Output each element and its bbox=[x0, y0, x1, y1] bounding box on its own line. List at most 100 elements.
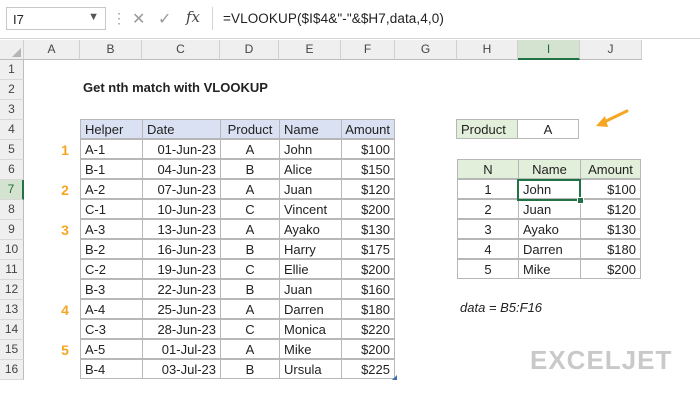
row-header-14[interactable]: 14 bbox=[0, 320, 24, 340]
data-cell[interactable]: A-1 bbox=[80, 139, 143, 159]
row-header-12[interactable]: 12 bbox=[0, 280, 24, 300]
data-cell[interactable]: B bbox=[220, 279, 280, 299]
data-cell[interactable]: $220 bbox=[341, 319, 395, 339]
data-cell[interactable]: Juan bbox=[279, 279, 342, 299]
data-cell[interactable]: $175 bbox=[341, 239, 395, 259]
product-input[interactable]: A bbox=[517, 119, 579, 139]
data-cell[interactable]: A-5 bbox=[80, 339, 143, 359]
data-cell[interactable]: 10-Jun-23 bbox=[142, 199, 221, 219]
data-cell[interactable]: Ursula bbox=[279, 359, 342, 379]
data-cell[interactable]: A-2 bbox=[80, 179, 143, 199]
row-header-3[interactable]: 3 bbox=[0, 100, 24, 120]
data-cell[interactable]: 03-Jul-23 bbox=[142, 359, 221, 379]
data-cell[interactable]: A bbox=[220, 219, 280, 239]
results-cell[interactable]: $200 bbox=[580, 259, 641, 279]
enter-check-icon[interactable]: ✓ bbox=[158, 9, 171, 29]
data-cell[interactable]: $150 bbox=[341, 159, 395, 179]
chevron-down-icon[interactable]: ▼ bbox=[88, 11, 99, 23]
data-cell[interactable]: A bbox=[220, 179, 280, 199]
data-cell[interactable]: B bbox=[220, 239, 280, 259]
data-cell[interactable]: A-4 bbox=[80, 299, 143, 319]
data-cell[interactable]: Mike bbox=[279, 339, 342, 359]
data-cell[interactable]: B-4 bbox=[80, 359, 143, 379]
data-cell[interactable]: C-1 bbox=[80, 199, 143, 219]
data-cell[interactable]: B-3 bbox=[80, 279, 143, 299]
select-all-button[interactable] bbox=[0, 40, 24, 60]
insert-function-icon[interactable]: fx bbox=[186, 8, 200, 26]
results-cell[interactable]: $180 bbox=[580, 239, 641, 259]
data-cell[interactable]: 16-Jun-23 bbox=[142, 239, 221, 259]
data-cell[interactable]: $100 bbox=[341, 139, 395, 159]
column-header-e[interactable]: E bbox=[279, 40, 341, 60]
column-header-j[interactable]: J bbox=[580, 40, 642, 60]
data-cell[interactable]: 07-Jun-23 bbox=[142, 179, 221, 199]
column-header-b[interactable]: B bbox=[80, 40, 142, 60]
row-header-5[interactable]: 5 bbox=[0, 140, 24, 160]
data-cell[interactable]: 22-Jun-23 bbox=[142, 279, 221, 299]
data-cell[interactable]: B bbox=[220, 159, 280, 179]
results-cell[interactable]: Juan bbox=[518, 199, 581, 219]
results-cell[interactable]: $100 bbox=[580, 179, 641, 199]
table-resize-handle[interactable] bbox=[392, 375, 397, 380]
data-cell[interactable]: C bbox=[220, 259, 280, 279]
row-header-15[interactable]: 15 bbox=[0, 340, 24, 360]
results-cell[interactable]: 5 bbox=[457, 259, 519, 279]
data-cell[interactable]: 13-Jun-23 bbox=[142, 219, 221, 239]
column-header-a[interactable]: A bbox=[24, 40, 80, 60]
data-cell[interactable]: A bbox=[220, 299, 280, 319]
row-header-11[interactable]: 11 bbox=[0, 260, 24, 280]
cancel-icon[interactable]: ✕ bbox=[132, 9, 145, 29]
results-cell[interactable]: 4 bbox=[457, 239, 519, 259]
row-header-13[interactable]: 13 bbox=[0, 300, 24, 320]
column-header-g[interactable]: G bbox=[395, 40, 457, 60]
row-header-8[interactable]: 8 bbox=[0, 200, 24, 220]
data-cell[interactable]: Juan bbox=[279, 179, 342, 199]
column-header-h[interactable]: H bbox=[457, 40, 518, 60]
data-cell[interactable]: C bbox=[220, 199, 280, 219]
results-cell[interactable]: Mike bbox=[518, 259, 581, 279]
column-header-f[interactable]: F bbox=[341, 40, 395, 60]
results-cell[interactable]: $130 bbox=[580, 219, 641, 239]
data-cell[interactable]: 04-Jun-23 bbox=[142, 159, 221, 179]
data-cell[interactable]: $180 bbox=[341, 299, 395, 319]
results-cell[interactable]: 3 bbox=[457, 219, 519, 239]
data-cell[interactable]: $160 bbox=[341, 279, 395, 299]
fill-handle[interactable] bbox=[577, 197, 584, 204]
data-cell[interactable]: John bbox=[279, 139, 342, 159]
data-cell[interactable]: $225 bbox=[341, 359, 395, 379]
results-cell[interactable]: Darren bbox=[518, 239, 581, 259]
data-cell[interactable]: 01-Jul-23 bbox=[142, 339, 221, 359]
row-header-9[interactable]: 9 bbox=[0, 220, 24, 240]
row-header-6[interactable]: 6 bbox=[0, 160, 24, 180]
results-cell[interactable]: $120 bbox=[580, 199, 641, 219]
name-box[interactable]: I7 ▼ bbox=[6, 7, 106, 30]
formula-input[interactable]: =VLOOKUP($I$4&"-"&$H7,data,4,0) bbox=[212, 7, 698, 30]
data-cell[interactable]: A-3 bbox=[80, 219, 143, 239]
data-cell[interactable]: Harry bbox=[279, 239, 342, 259]
data-cell[interactable]: $200 bbox=[341, 199, 395, 219]
data-cell[interactable]: 28-Jun-23 bbox=[142, 319, 221, 339]
data-cell[interactable]: Alice bbox=[279, 159, 342, 179]
data-cell[interactable]: Ayako bbox=[279, 219, 342, 239]
data-cell[interactable]: 19-Jun-23 bbox=[142, 259, 221, 279]
data-cell[interactable]: $200 bbox=[341, 259, 395, 279]
data-cell[interactable]: B bbox=[220, 359, 280, 379]
data-cell[interactable]: Darren bbox=[279, 299, 342, 319]
data-cell[interactable]: A bbox=[220, 339, 280, 359]
data-cell[interactable]: C bbox=[220, 319, 280, 339]
data-cell[interactable]: Monica bbox=[279, 319, 342, 339]
data-cell[interactable]: 25-Jun-23 bbox=[142, 299, 221, 319]
column-header-i[interactable]: I bbox=[518, 40, 580, 60]
data-cell[interactable]: 01-Jun-23 bbox=[142, 139, 221, 159]
data-cell[interactable]: C-3 bbox=[80, 319, 143, 339]
data-cell[interactable]: A bbox=[220, 139, 280, 159]
data-cell[interactable]: $130 bbox=[341, 219, 395, 239]
results-cell[interactable]: 2 bbox=[457, 199, 519, 219]
data-cell[interactable]: Vincent bbox=[279, 199, 342, 219]
row-header-10[interactable]: 10 bbox=[0, 240, 24, 260]
data-cell[interactable]: B-1 bbox=[80, 159, 143, 179]
row-header-4[interactable]: 4 bbox=[0, 120, 24, 140]
results-cell[interactable]: Ayako bbox=[518, 219, 581, 239]
data-cell[interactable]: C-2 bbox=[80, 259, 143, 279]
row-header-2[interactable]: 2 bbox=[0, 80, 24, 100]
